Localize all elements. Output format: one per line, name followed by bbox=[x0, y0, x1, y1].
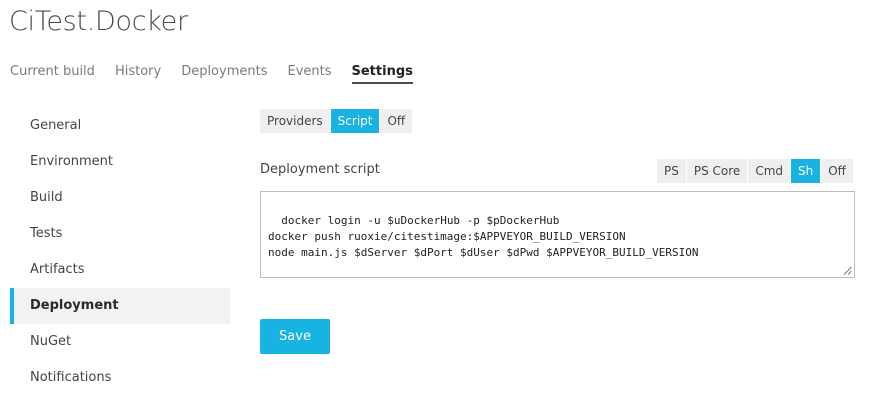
tab-settings[interactable]: Settings bbox=[351, 64, 413, 84]
sidebar-item-artifacts[interactable]: Artifacts bbox=[10, 252, 230, 288]
sidebar-item-tests[interactable]: Tests bbox=[10, 216, 230, 252]
tab-current-build[interactable]: Current build bbox=[10, 64, 95, 84]
script-language-toggle: PS PS Core Cmd Sh Off bbox=[657, 159, 853, 183]
mode-off-button[interactable]: Off bbox=[380, 109, 413, 133]
sidebar-item-nuget[interactable]: NuGet bbox=[10, 324, 230, 360]
sidebar-item-general[interactable]: General bbox=[10, 108, 230, 144]
sidebar-item-deployment[interactable]: Deployment bbox=[10, 288, 230, 324]
tab-deployments[interactable]: Deployments bbox=[181, 64, 267, 84]
deployment-script-content: docker login -u $uDockerHub -p $pDockerH… bbox=[268, 214, 699, 259]
sidebar-item-build[interactable]: Build bbox=[10, 180, 230, 216]
deployment-script-editor[interactable]: docker login -u $uDockerHub -p $pDockerH… bbox=[260, 191, 855, 278]
resize-grip-icon[interactable] bbox=[843, 266, 852, 275]
top-tabs: Current build History Deployments Events… bbox=[10, 64, 433, 84]
lang-ps-button[interactable]: PS bbox=[657, 159, 687, 183]
deployment-script-label: Deployment script bbox=[260, 162, 380, 177]
lang-ps-core-button[interactable]: PS Core bbox=[686, 159, 749, 183]
deployment-mode-toggle: Providers Script Off bbox=[260, 109, 413, 133]
sidebar-item-notifications[interactable]: Notifications bbox=[10, 360, 230, 396]
page-title: CiTest.Docker bbox=[9, 6, 188, 37]
tab-history[interactable]: History bbox=[115, 64, 161, 84]
mode-script-button[interactable]: Script bbox=[330, 109, 381, 133]
mode-providers-button[interactable]: Providers bbox=[260, 109, 331, 133]
tab-events[interactable]: Events bbox=[287, 64, 331, 84]
save-button[interactable]: Save bbox=[260, 319, 330, 354]
lang-cmd-button[interactable]: Cmd bbox=[748, 159, 791, 183]
settings-sidebar: General Environment Build Tests Artifact… bbox=[10, 108, 230, 396]
lang-off-button[interactable]: Off bbox=[821, 159, 853, 183]
sidebar-item-environment[interactable]: Environment bbox=[10, 144, 230, 180]
lang-sh-button[interactable]: Sh bbox=[791, 159, 822, 183]
